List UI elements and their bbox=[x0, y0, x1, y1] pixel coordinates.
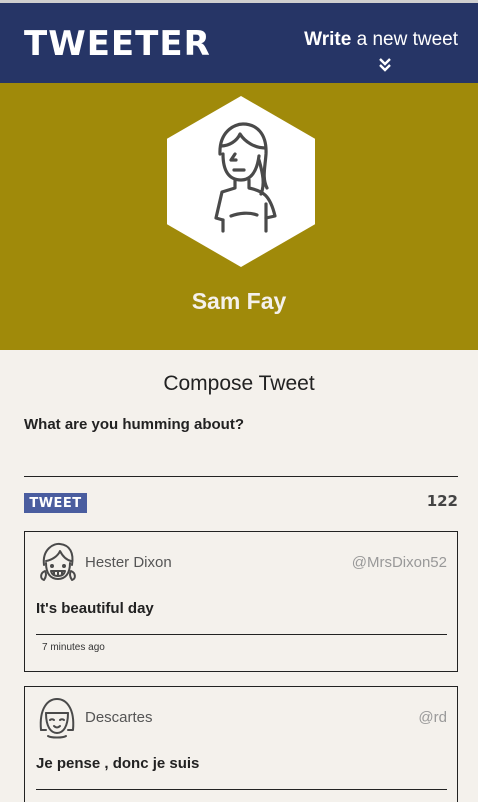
write-rest-label: a new tweet bbox=[351, 29, 458, 50]
bob-hair-avatar-icon bbox=[39, 698, 75, 739]
write-new-tweet-link[interactable]: Write a new tweet bbox=[304, 29, 458, 51]
tweet-card: Hester Dixon @MrsDixon52 It's beautiful … bbox=[24, 531, 458, 672]
tweet-timestamp: 7 minutes ago bbox=[42, 642, 105, 653]
smiling-girl-avatar-icon bbox=[40, 542, 76, 581]
tweet-text: It's beautiful day bbox=[36, 600, 154, 617]
tweet-button[interactable]: TWEET bbox=[24, 493, 87, 513]
tweet-text-input[interactable] bbox=[24, 440, 458, 477]
double-chevron-down-icon[interactable] bbox=[379, 58, 391, 72]
tweet-divider bbox=[36, 789, 447, 790]
profile-avatar bbox=[167, 96, 315, 267]
tweet-prompt-label: What are you humming about? bbox=[24, 416, 244, 433]
profile-name: Sam Fay bbox=[191, 288, 287, 314]
tweet-handle[interactable]: @rd bbox=[418, 709, 447, 726]
tweet-username[interactable]: Hester Dixon bbox=[85, 554, 172, 571]
tweet-username[interactable]: Descartes bbox=[85, 709, 153, 726]
tweet-text: Je pense , donc je suis bbox=[36, 755, 200, 772]
compose-title: Compose Tweet bbox=[163, 372, 315, 395]
tweet-divider bbox=[36, 634, 447, 635]
character-counter: 122 bbox=[426, 492, 458, 510]
tweet-handle[interactable]: @MrsDixon52 bbox=[352, 554, 447, 571]
app-logo: TWEETER bbox=[24, 24, 211, 64]
profile-banner: Sam Fay bbox=[0, 83, 478, 350]
write-bold-label: Write bbox=[304, 29, 352, 50]
tweet-card: Descartes @rd Je pense , donc je suis bbox=[24, 686, 458, 802]
top-navbar: TWEETER Write a new tweet bbox=[0, 3, 478, 83]
